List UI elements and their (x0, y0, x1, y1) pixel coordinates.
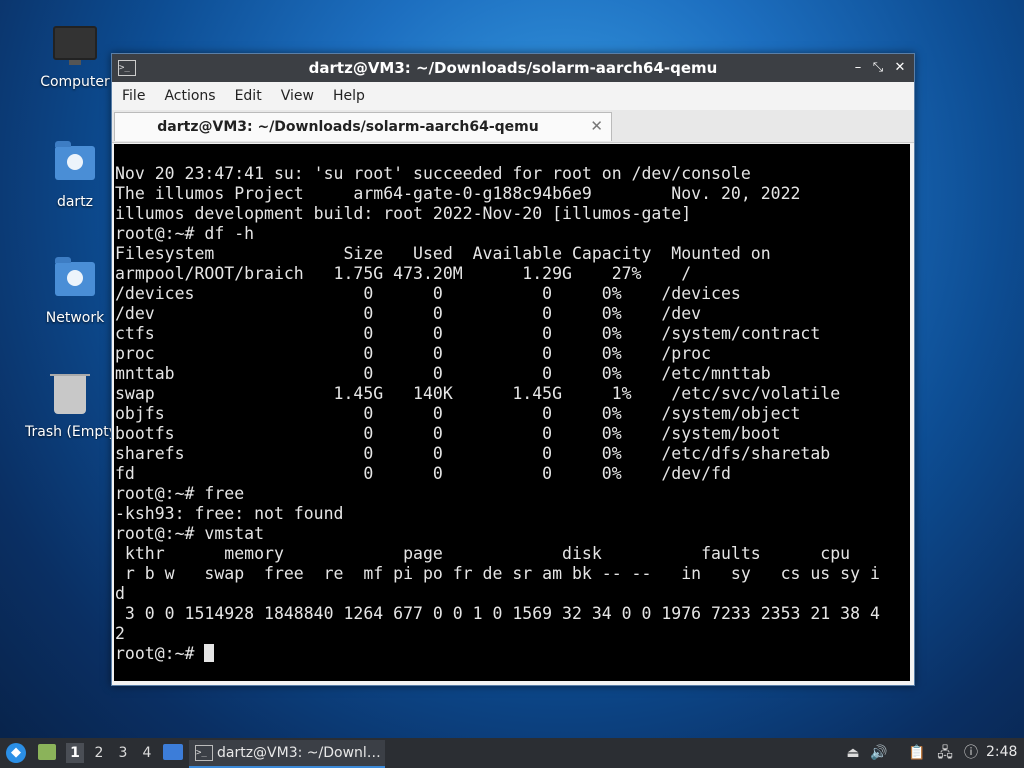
terminal-line: The illumos Project arm64-gate-0-g188c94… (115, 184, 801, 203)
terminal-text: Nov 20 23:47:41 su: 'su root' succeeded … (114, 144, 910, 664)
minimize-button[interactable]: – (848, 58, 868, 78)
tab-label: dartz@VM3: ~/Downloads/solarm-aarch64-qe… (157, 119, 539, 135)
window-titlebar[interactable]: >_ dartz@VM3: ~/Downloads/solarm-aarch64… (112, 54, 914, 82)
workspace-2[interactable]: 2 (90, 743, 108, 763)
terminal-icon: >_ (195, 745, 213, 761)
terminal-line: 3 0 0 1514928 1848840 1264 677 0 0 1 0 1… (124, 604, 880, 623)
terminal-line: illumos development build: root 2022-Nov… (115, 204, 692, 223)
terminal-line: sharefs 0 0 0 0% /etc/dfs/sharetab (115, 444, 831, 463)
network-icon[interactable]: 🖧 (936, 744, 954, 762)
terminal-line: fd 0 0 0 0% /dev/fd (115, 464, 731, 483)
menu-bar: File Actions Edit View Help (112, 82, 914, 110)
workspace-4[interactable]: 4 (138, 743, 156, 763)
terminal-output[interactable]: Nov 20 23:47:41 su: 'su root' succeeded … (114, 144, 910, 681)
taskbar-item-terminal[interactable]: >_ dartz@VM3: ~/Downl… (189, 740, 385, 768)
close-button[interactable]: ✕ (890, 58, 910, 78)
tab-bar: dartz@VM3: ~/Downloads/solarm-aarch64-qe… (112, 110, 914, 143)
terminal-line: root@:~# vmstat (115, 524, 265, 543)
volume-icon[interactable]: 🔊 (870, 744, 888, 762)
taskbar: ◆ 1 2 3 4 >_ dartz@VM3: ~/Downl… ⏏ 🔊 📋 🖧… (0, 738, 1024, 768)
terminal-line: root@:~# df -h (115, 224, 255, 243)
tab-close-icon[interactable]: ✕ (590, 117, 603, 135)
terminal-line: mnttab 0 0 0 0% /etc/mnttab (115, 364, 771, 383)
desktop-icon-label: Trash (Empty) (25, 424, 115, 440)
tab-terminal[interactable]: dartz@VM3: ~/Downloads/solarm-aarch64-qe… (114, 112, 612, 141)
terminal-line: root@:~# free (115, 484, 245, 503)
clock[interactable]: 2:48 (986, 744, 1017, 760)
trash-icon (48, 374, 92, 420)
terminal-line: ctfs 0 0 0 0% /system/contract (115, 324, 821, 343)
terminal-line: -ksh93: free: not found (115, 504, 344, 523)
desktop-icon-computer[interactable]: Computer (25, 22, 125, 90)
terminal-line: Nov 20 23:47:41 su: 'su root' succeeded … (115, 164, 751, 183)
terminal-line: armpool/ROOT/braich 1.75G 473.20M 1.29G … (115, 264, 692, 283)
terminal-line: r b w swap free re mf pi po fr de sr am … (124, 564, 880, 583)
menu-edit[interactable]: Edit (225, 82, 271, 104)
maximize-button[interactable]: ⤡ (868, 58, 888, 78)
terminal-line: /devices 0 0 0 0% /devices (115, 284, 741, 303)
terminal-prompt: root@:~# (115, 644, 205, 663)
terminal-line: proc 0 0 0 0% /proc (115, 344, 712, 363)
desktop-icon-label: dartz (56, 194, 94, 210)
terminal-line: objfs 0 0 0 0% /system/object (115, 404, 801, 423)
menu-file[interactable]: File (112, 82, 154, 104)
desktop-icon-label: Network (45, 310, 105, 326)
terminal-window: >_ dartz@VM3: ~/Downloads/solarm-aarch64… (111, 53, 915, 686)
terminal-line: swap 1.45G 140K 1.45G 1% /etc/svc/volati… (115, 384, 841, 403)
window-title: dartz@VM3: ~/Downloads/solarm-aarch64-qe… (308, 59, 718, 77)
clipboard-icon[interactable]: 📋 (908, 744, 926, 762)
desktop-icon-trash[interactable]: Trash (Empty) (25, 374, 115, 440)
desktop-icon-network[interactable]: Network (25, 257, 125, 326)
eject-icon[interactable]: ⏏ (844, 744, 862, 762)
terminal-line: bootfs 0 0 0 0% /system/boot (115, 424, 781, 443)
network-folder-icon (53, 257, 97, 306)
terminal-cursor (204, 644, 215, 662)
menu-view[interactable]: View (271, 82, 323, 104)
notification-icon[interactable]: ⓘ (962, 744, 980, 762)
workspace-3[interactable]: 3 (114, 743, 132, 763)
start-menu-icon[interactable]: ◆ (6, 743, 26, 763)
taskbar-item-label: dartz@VM3: ~/Downl… (217, 745, 381, 761)
home-folder-icon (53, 141, 97, 190)
terminal-line: kthr memory page disk faults cpu (124, 544, 851, 563)
desktop-icon-home[interactable]: dartz (25, 141, 125, 210)
terminal-line: Filesystem Size Used Available Capacity … (115, 244, 771, 263)
show-desktop-icon[interactable] (163, 744, 183, 760)
menu-actions[interactable]: Actions (154, 82, 224, 104)
terminal-line: d (115, 584, 125, 603)
computer-icon (53, 26, 97, 70)
desktop-icon-label: Computer (40, 74, 110, 90)
terminal-line: /dev 0 0 0 0% /dev (115, 304, 702, 323)
file-manager-icon[interactable] (38, 744, 56, 760)
terminal-line: 2 (115, 624, 125, 643)
workspace-1[interactable]: 1 (66, 743, 84, 763)
menu-help[interactable]: Help (323, 82, 374, 104)
